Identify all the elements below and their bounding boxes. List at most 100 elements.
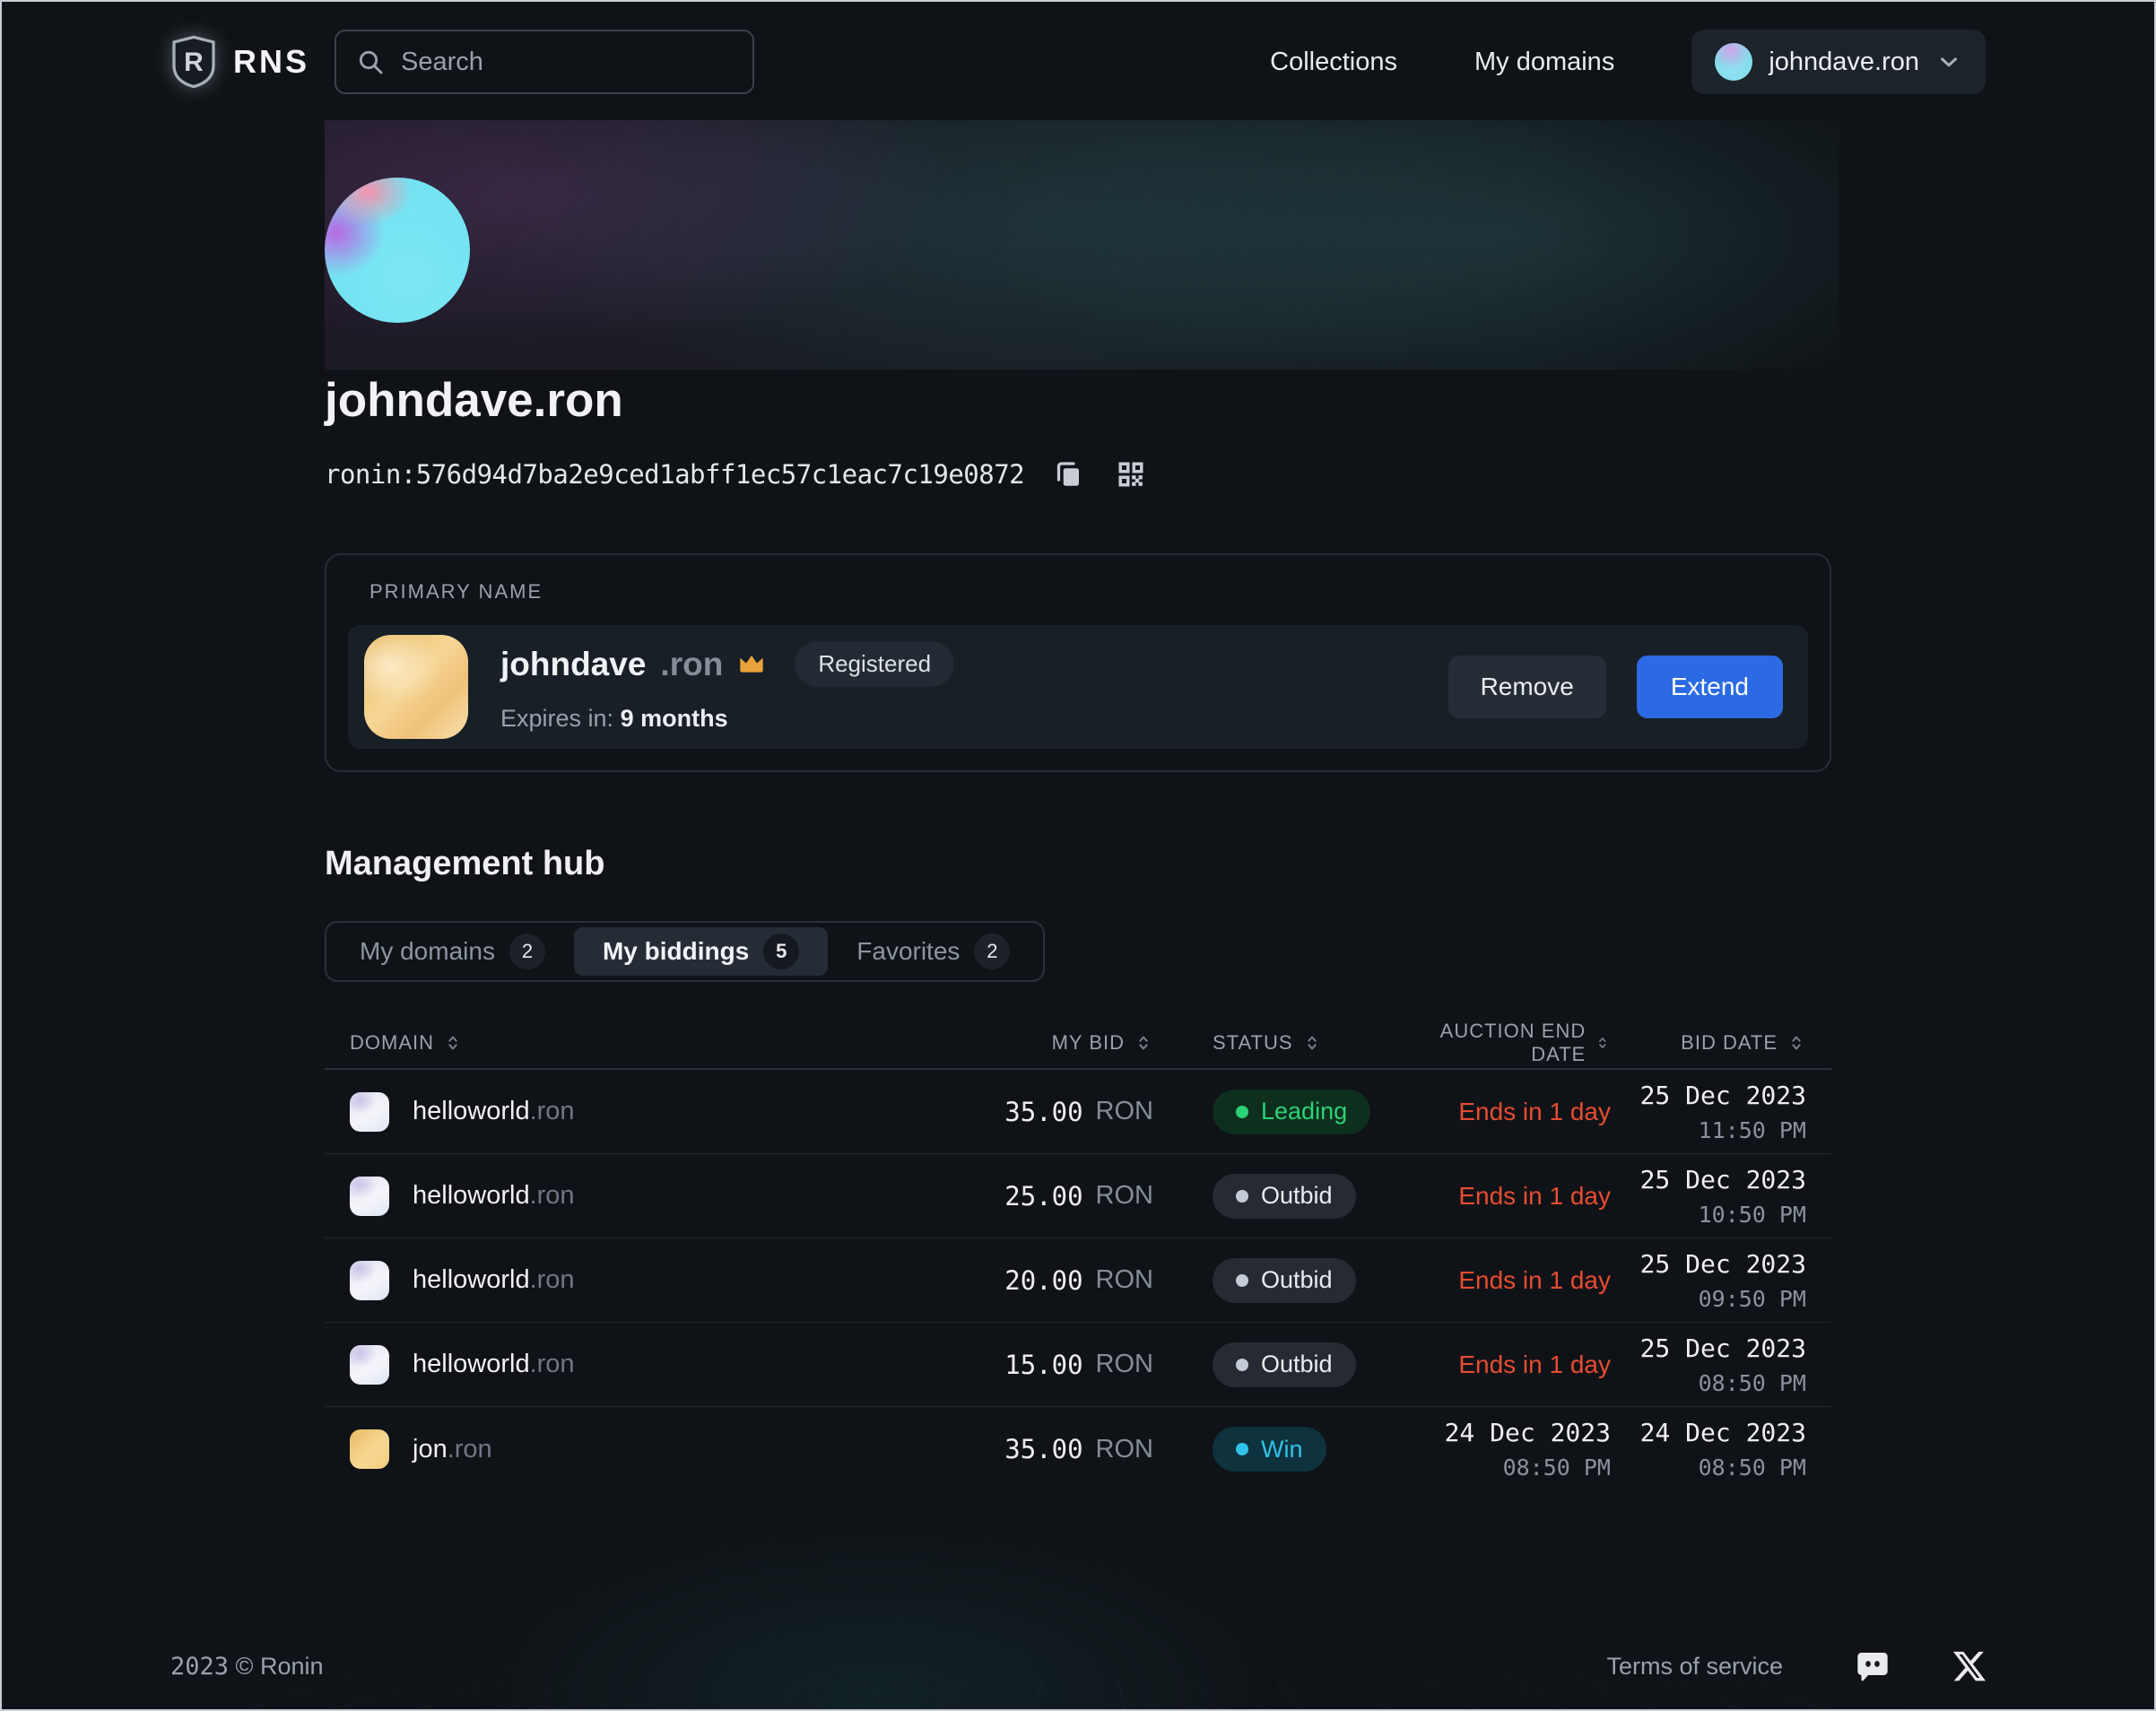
domain-avatar [350,1177,389,1216]
bid-value: 15.00 [1004,1350,1082,1380]
tab-my-biddings[interactable]: My biddings 5 [574,927,828,976]
auction-end-date: 24 Dec 202308:50 PM [1445,1418,1611,1481]
wallet-address: ronin:576d94d7ba2e9ced1abff1ec57c1eac7c1… [325,459,1024,490]
extend-button[interactable]: Extend [1637,656,1783,718]
search-box[interactable] [335,30,754,94]
table-row[interactable]: helloworld.ron 35.00RON Leading Ends in … [325,1070,1831,1154]
primary-name-card: PRIMARY NAME johndave.ron Registered Exp… [325,553,1831,772]
sort-arrows-icon [1302,1033,1322,1053]
domain-name: helloworld [413,1350,530,1379]
domain-avatar [350,1261,389,1300]
column-header-status[interactable]: STATUS [1153,1031,1419,1055]
primary-name-row: johndave.ron Registered Expires in: 9 mo… [348,625,1808,749]
status-dot [1236,1359,1248,1371]
tab-count-badge: 5 [763,934,799,969]
auction-end-countdown: Ends in 1 day [1458,1182,1611,1211]
status-badge: Outbid [1213,1342,1356,1387]
status-badge: Leading [1213,1090,1370,1134]
table-row[interactable]: helloworld.ron 25.00RON Outbid Ends in 1… [325,1154,1831,1238]
logo-text: RNS [233,43,309,81]
expires-value: 9 months [621,705,728,732]
auction-end-countdown: Ends in 1 day [1458,1351,1611,1379]
footer: 2023 © Ronin Terms of service [170,1634,1987,1698]
column-header-auction-end-date[interactable]: AUCTION END DATE [1419,1020,1611,1066]
primary-name-section-label: PRIMARY NAME [369,580,543,604]
tab-count-badge: 2 [974,934,1010,969]
wallet-address-row: ronin:576d94d7ba2e9ced1abff1ec57c1eac7c1… [325,456,1150,493]
domain-tld: .ron [530,1097,575,1126]
table-row[interactable]: jon.ron 35.00RON Win 24 Dec 202308:50 PM… [325,1407,1831,1491]
nav-link-collections[interactable]: Collections [1270,48,1397,77]
x-logo-icon[interactable] [1952,1648,1987,1684]
account-name: johndave.ron [1769,48,1919,77]
copy-icon[interactable] [1049,456,1087,493]
terms-of-service-link[interactable]: Terms of service [1606,1653,1783,1681]
primary-domain-avatar [364,635,468,739]
biddings-table: DOMAIN MY BID STATUS AUCTION END DATE BI… [325,1018,1831,1491]
bid-date: 25 Dec 202309:50 PM [1640,1249,1806,1312]
registered-status-badge: Registered [795,641,954,687]
domain-tld: .ron [530,1181,575,1211]
column-header-domain[interactable]: DOMAIN [350,1031,857,1055]
expires-line: Expires in: 9 months [500,705,1448,733]
table-row[interactable]: helloworld.ron 15.00 RON Outbid Ends in 1… [325,1323,1831,1407]
rns-logo[interactable]: RNS [170,35,309,89]
shield-r-icon [170,35,217,89]
top-navigation-bar: RNS Collections My domains johndave.ron [0,0,2156,124]
expires-label: Expires in: [500,705,613,732]
sort-arrows-icon [443,1033,463,1053]
domain-tld: .ron [530,1265,575,1295]
chevron-down-icon [1935,48,1962,75]
tab-label: My biddings [603,937,749,966]
tab-favorites[interactable]: Favorites 2 [828,927,1039,976]
tab-label: My domains [360,937,495,966]
sort-arrows-icon [1787,1033,1806,1053]
domain-tld: .ron [448,1435,492,1464]
status-badge: Win [1213,1427,1326,1472]
bid-date: 25 Dec 202311:50 PM [1640,1081,1806,1143]
tab-my-domains[interactable]: My domains 2 [331,927,574,976]
search-icon [356,48,385,76]
copyright-text: 2023 © Ronin [170,1653,324,1681]
status-dot [1236,1443,1248,1455]
auction-end-countdown: Ends in 1 day [1458,1098,1611,1126]
domain-name: jon [413,1435,448,1464]
bid-date: 25 Dec 202308:50 PM [1640,1333,1806,1396]
domain-name: helloworld [413,1265,530,1295]
discord-icon[interactable] [1855,1648,1891,1684]
nav-link-my-domains[interactable]: My domains [1474,48,1614,77]
domain-tld: .ron [530,1350,575,1379]
domain-avatar [350,1429,389,1469]
domain-avatar [350,1092,389,1132]
remove-button[interactable]: Remove [1448,656,1606,718]
table-row[interactable]: helloworld.ron 20.00RON Outbid Ends in 1… [325,1238,1831,1323]
column-header-bid-date[interactable]: BID DATE [1611,1031,1806,1055]
table-header-row: DOMAIN MY BID STATUS AUCTION END DATE BI… [325,1018,1831,1070]
rns-app: RNS Collections My domains johndave.ron … [0,0,2156,1711]
bid-date: 25 Dec 202310:50 PM [1640,1165,1806,1228]
qr-code-icon[interactable] [1112,456,1150,493]
profile-name-title: johndave.ron [325,373,623,428]
status-dot [1236,1190,1248,1203]
bid-date: 24 Dec 202308:50 PM [1640,1418,1806,1481]
bid-value: 20.00 [1004,1265,1082,1296]
domain-name: helloworld [413,1181,530,1211]
tab-count-badge: 2 [509,934,545,969]
domain-name: helloworld [413,1097,530,1126]
account-avatar [1715,43,1752,81]
column-header-my-bid[interactable]: MY BID [857,1031,1153,1055]
bid-currency: RON [1096,1435,1153,1464]
management-hub-title: Management hub [325,845,604,883]
bid-value: 25.00 [1004,1181,1082,1212]
primary-domain-info: johndave.ron Registered Expires in: 9 mo… [500,641,1448,733]
primary-domain-name: johndave [500,646,646,683]
status-dot [1236,1106,1248,1118]
bid-currency: RON [1096,1265,1153,1295]
bid-currency: RON [1096,1350,1153,1379]
primary-actions: Remove Extend [1448,656,1783,718]
search-input[interactable] [401,48,739,77]
sort-arrows-icon [1134,1033,1153,1053]
status-badge: Outbid [1213,1174,1356,1219]
account-menu-button[interactable]: johndave.ron [1691,30,1986,94]
status-dot [1236,1274,1248,1287]
